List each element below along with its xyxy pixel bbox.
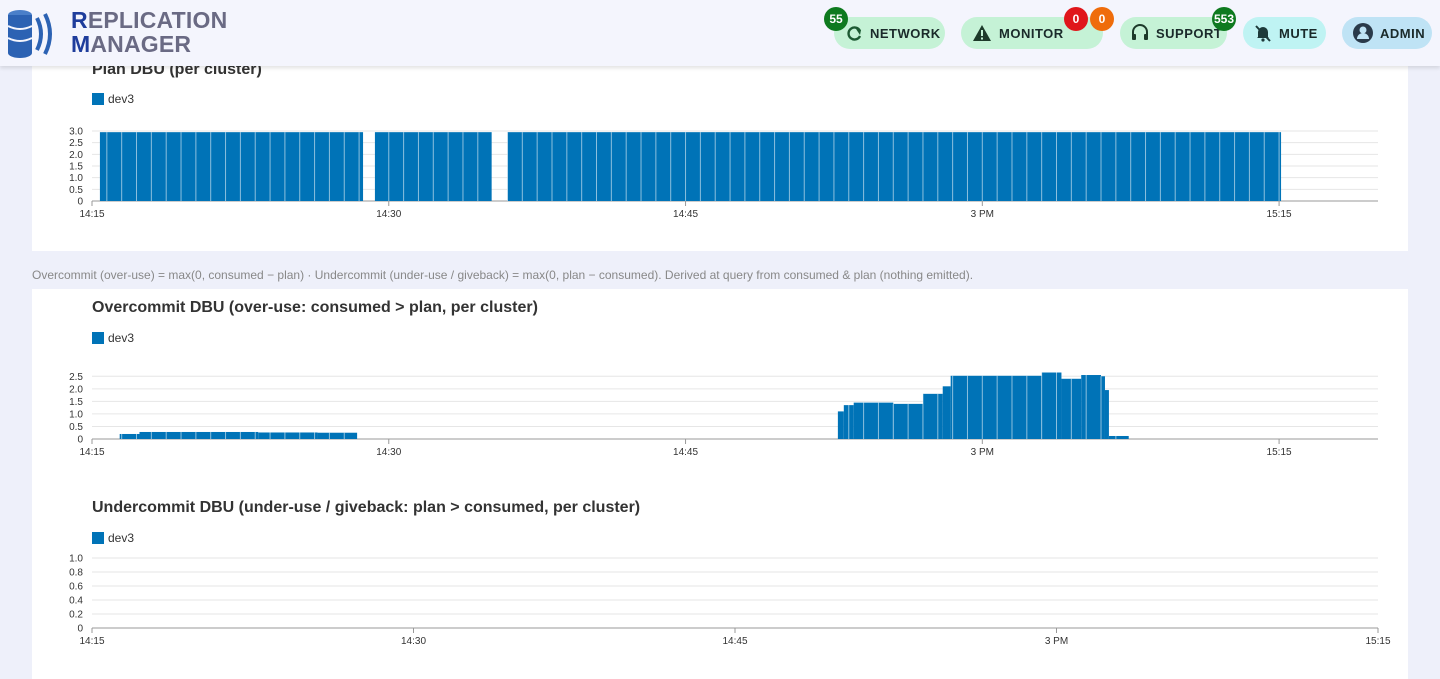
x-tick-label: 14:15 bbox=[79, 209, 104, 220]
y-tick-label: 0.2 bbox=[69, 610, 83, 621]
user-icon bbox=[1352, 22, 1374, 44]
bell-off-icon bbox=[1253, 22, 1273, 44]
bar bbox=[1104, 390, 1109, 439]
x-tick-label: 14:45 bbox=[673, 447, 698, 458]
top-navbar: REPLICATION MANAGER NETWORK 55 MONITOR 0… bbox=[0, 0, 1440, 66]
network-label: NETWORK bbox=[870, 25, 941, 41]
x-tick-label: 15:15 bbox=[1365, 636, 1390, 647]
mute-label: MUTE bbox=[1279, 25, 1318, 41]
y-tick-label: 0.4 bbox=[69, 596, 83, 607]
plan-dbu-panel: Plan DBU (per cluster) dev3 0 0.5 1.0 1.5 2.… bbox=[32, 50, 1408, 251]
warning-icon bbox=[971, 22, 993, 44]
headset-icon bbox=[1130, 22, 1150, 44]
x-tick-label: 14:45 bbox=[722, 636, 747, 647]
plan-dbu-chart: 00.51.01.52.02.53.0 14:15 14:30 14:45 3 PM 15… bbox=[69, 127, 1378, 220]
y-tick-label: 2.5 bbox=[69, 372, 83, 383]
bar bbox=[837, 411, 844, 439]
y-tick-label: 0 bbox=[77, 624, 83, 635]
support-badge: 553 bbox=[1212, 7, 1237, 31]
y-tick-label: 2.0 bbox=[69, 150, 83, 161]
undercommit-dbu-chart: 0 0.2 0.4 0.6 0.8 1.0 14:15 14:30 14:45 3 PM 15:15 bbox=[69, 554, 1391, 648]
bar bbox=[258, 432, 318, 439]
x-tick-label: 14:30 bbox=[376, 209, 401, 220]
y-tick-label: 0.5 bbox=[69, 185, 83, 196]
x-tick-label: 15:15 bbox=[1267, 209, 1292, 220]
derivation-note: Overcommit (over-use) = max(0, consumed … bbox=[32, 268, 974, 282]
y-tick-label: 0.5 bbox=[69, 422, 83, 433]
bar bbox=[1108, 435, 1129, 439]
commit-dbu-panel: Overcommit DBU (over-use: consumed > pla… bbox=[32, 289, 1408, 679]
x-tick-label: 3 PM bbox=[971, 447, 994, 458]
y-tick-label: 1.0 bbox=[69, 409, 83, 420]
admin-button[interactable]: ADMIN bbox=[1342, 17, 1432, 49]
y-tick-label: 1.5 bbox=[69, 397, 83, 408]
y-tick-label: 1.5 bbox=[69, 162, 83, 173]
network-badge: 55 bbox=[824, 7, 848, 31]
x-tick-label: 14:30 bbox=[376, 447, 401, 458]
bar bbox=[99, 132, 364, 201]
bar bbox=[942, 386, 951, 439]
monitor-warning-badge: 0 bbox=[1090, 7, 1114, 31]
refresh-icon bbox=[844, 22, 864, 44]
overcommit-dbu-chart: 0 0.5 1.01.5 2.02.5 14:15 14:30 14:45 3 PM 15:15 bbox=[69, 372, 1378, 458]
y-tick-label: 1.0 bbox=[69, 173, 83, 184]
bar bbox=[1081, 375, 1102, 439]
bar bbox=[1041, 372, 1062, 439]
support-label: SUPPORT bbox=[1156, 25, 1223, 41]
bar bbox=[507, 132, 1282, 201]
logo-wordmark: REPLICATION MANAGER bbox=[71, 7, 228, 57]
bar bbox=[1101, 376, 1105, 439]
bar bbox=[950, 375, 1042, 439]
bar bbox=[317, 432, 358, 439]
y-tick-label: 1.0 bbox=[69, 554, 83, 565]
mute-button[interactable]: MUTE bbox=[1243, 17, 1326, 49]
y-tick-label: 3.0 bbox=[69, 127, 83, 138]
x-tick-label: 3 PM bbox=[971, 209, 994, 220]
admin-label: ADMIN bbox=[1380, 25, 1426, 41]
x-tick-label: 14:15 bbox=[79, 447, 104, 458]
x-tick-label: 14:30 bbox=[401, 636, 426, 647]
logo-icon[interactable] bbox=[6, 6, 62, 65]
x-tick-label: 15:15 bbox=[1267, 447, 1292, 458]
x-tick-label: 14:15 bbox=[79, 636, 104, 647]
y-tick-label: 0 bbox=[77, 197, 83, 208]
x-tick-label: 14:45 bbox=[673, 209, 698, 220]
x-tick-label: 3 PM bbox=[1045, 636, 1068, 647]
network-button[interactable]: NETWORK bbox=[834, 17, 945, 49]
y-tick-label: 0.6 bbox=[69, 582, 83, 593]
monitor-label: MONITOR bbox=[999, 25, 1064, 41]
y-tick-label: 0 bbox=[77, 435, 83, 446]
bar bbox=[922, 393, 943, 439]
y-tick-label: 0.8 bbox=[69, 568, 83, 579]
support-button[interactable]: SUPPORT bbox=[1120, 17, 1227, 49]
monitor-alert-badge: 0 bbox=[1064, 7, 1088, 31]
bar bbox=[853, 402, 894, 439]
y-tick-label: 2.5 bbox=[69, 138, 83, 149]
y-tick-label: 2.0 bbox=[69, 384, 83, 395]
